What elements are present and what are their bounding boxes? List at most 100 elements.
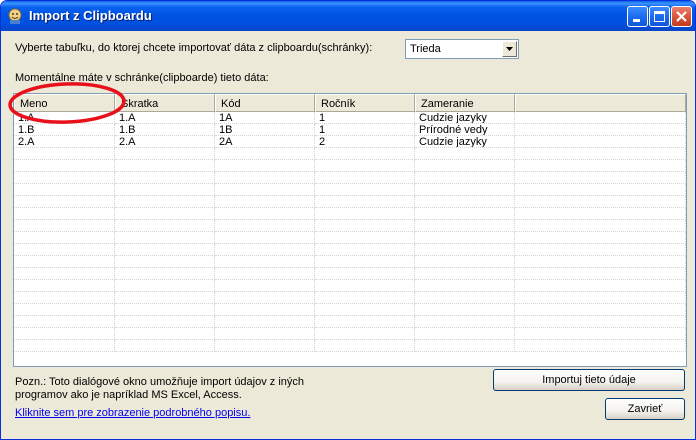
empty-table-row[interactable] — [14, 280, 686, 292]
empty-table-row[interactable] — [14, 172, 686, 184]
table-cell[interactable] — [115, 244, 215, 256]
table-cell[interactable] — [515, 340, 686, 352]
table-cell[interactable] — [215, 292, 315, 304]
table-cell[interactable] — [115, 196, 215, 208]
table-cell[interactable] — [215, 280, 315, 292]
table-cell[interactable] — [14, 148, 115, 160]
table-row[interactable]: 2.A 2.A 2A 2 Cudzie jazyky — [14, 136, 686, 148]
table-cell[interactable] — [415, 340, 515, 352]
table-cell[interactable] — [515, 220, 686, 232]
table-cell[interactable] — [515, 112, 686, 124]
column-header-rocnik[interactable]: Ročník — [315, 94, 415, 112]
table-cell[interactable]: 1.A — [115, 112, 215, 124]
empty-table-row[interactable] — [14, 208, 686, 220]
empty-table-row[interactable] — [14, 220, 686, 232]
clipboard-data-grid[interactable]: Meno Skratka Kód Ročník Zameranie 1.A 1.… — [13, 93, 687, 367]
table-cell[interactable] — [315, 148, 415, 160]
table-cell[interactable] — [415, 220, 515, 232]
empty-table-row[interactable] — [14, 148, 686, 160]
table-cell[interactable] — [115, 232, 215, 244]
table-cell[interactable] — [115, 208, 215, 220]
table-cell[interactable] — [115, 280, 215, 292]
table-cell[interactable] — [14, 304, 115, 316]
table-cell[interactable] — [415, 304, 515, 316]
table-cell[interactable] — [315, 160, 415, 172]
table-cell[interactable] — [515, 256, 686, 268]
table-cell[interactable] — [515, 148, 686, 160]
table-cell[interactable] — [515, 292, 686, 304]
column-header-empty[interactable] — [515, 94, 686, 112]
table-cell[interactable] — [14, 328, 115, 340]
empty-table-row[interactable] — [14, 340, 686, 352]
table-cell[interactable] — [415, 148, 515, 160]
table-cell[interactable] — [315, 244, 415, 256]
table-cell[interactable] — [515, 244, 686, 256]
table-cell[interactable] — [515, 328, 686, 340]
column-header-meno[interactable]: Meno — [14, 94, 115, 112]
table-cell[interactable]: 1.B — [115, 124, 215, 136]
table-cell[interactable] — [115, 316, 215, 328]
table-cell[interactable] — [115, 268, 215, 280]
table-cell[interactable] — [215, 304, 315, 316]
table-cell[interactable] — [215, 220, 315, 232]
maximize-button[interactable] — [649, 6, 670, 27]
table-cell[interactable] — [14, 316, 115, 328]
details-link[interactable]: Kliknite sem pre zobrazenie podrobného p… — [15, 407, 250, 419]
table-cell[interactable] — [415, 268, 515, 280]
table-cell[interactable]: 1.A — [14, 112, 115, 124]
table-cell[interactable]: Cudzie jazyky — [415, 112, 515, 124]
column-header-zameranie[interactable]: Zameranie — [415, 94, 515, 112]
table-cell[interactable]: 2 — [315, 136, 415, 148]
table-cell[interactable] — [415, 184, 515, 196]
table-cell[interactable] — [215, 316, 315, 328]
table-cell[interactable] — [315, 196, 415, 208]
table-cell[interactable]: Prírodné vedy — [415, 124, 515, 136]
table-cell[interactable]: Cudzie jazyky — [415, 136, 515, 148]
table-cell[interactable] — [215, 244, 315, 256]
table-cell[interactable] — [14, 340, 115, 352]
table-cell[interactable] — [115, 184, 215, 196]
title-bar[interactable]: Import z Clipboardu — [1, 1, 695, 31]
table-cell[interactable] — [115, 340, 215, 352]
empty-table-row[interactable] — [14, 292, 686, 304]
table-cell[interactable] — [215, 232, 315, 244]
table-cell[interactable] — [515, 160, 686, 172]
table-cell[interactable] — [115, 256, 215, 268]
table-cell[interactable] — [215, 160, 315, 172]
table-cell[interactable] — [14, 256, 115, 268]
table-cell[interactable] — [215, 148, 315, 160]
table-cell[interactable] — [515, 136, 686, 148]
table-cell[interactable] — [115, 160, 215, 172]
table-cell[interactable] — [415, 244, 515, 256]
table-select[interactable]: Trieda — [405, 39, 519, 59]
table-cell[interactable] — [415, 232, 515, 244]
table-select-dropdown-button[interactable] — [502, 41, 517, 57]
table-cell[interactable]: 1 — [315, 112, 415, 124]
table-cell[interactable] — [14, 208, 115, 220]
table-cell[interactable] — [215, 196, 315, 208]
table-cell[interactable] — [315, 232, 415, 244]
table-cell[interactable] — [415, 316, 515, 328]
table-cell[interactable] — [515, 268, 686, 280]
table-cell[interactable] — [515, 172, 686, 184]
table-cell[interactable] — [515, 124, 686, 136]
table-cell[interactable] — [415, 196, 515, 208]
table-cell[interactable] — [515, 208, 686, 220]
table-cell[interactable] — [14, 184, 115, 196]
table-cell[interactable] — [215, 208, 315, 220]
table-cell[interactable] — [515, 304, 686, 316]
table-cell[interactable] — [115, 328, 215, 340]
table-cell[interactable] — [415, 160, 515, 172]
table-cell[interactable] — [14, 160, 115, 172]
empty-table-row[interactable] — [14, 160, 686, 172]
minimize-button[interactable] — [627, 6, 648, 27]
table-cell[interactable] — [315, 268, 415, 280]
import-button[interactable]: Importuj tieto údaje — [493, 369, 685, 391]
table-cell[interactable] — [215, 256, 315, 268]
empty-table-row[interactable] — [14, 184, 686, 196]
table-cell[interactable] — [215, 340, 315, 352]
table-cell[interactable] — [315, 220, 415, 232]
empty-table-row[interactable] — [14, 232, 686, 244]
table-cell[interactable] — [115, 304, 215, 316]
table-cell[interactable]: 2A — [215, 136, 315, 148]
